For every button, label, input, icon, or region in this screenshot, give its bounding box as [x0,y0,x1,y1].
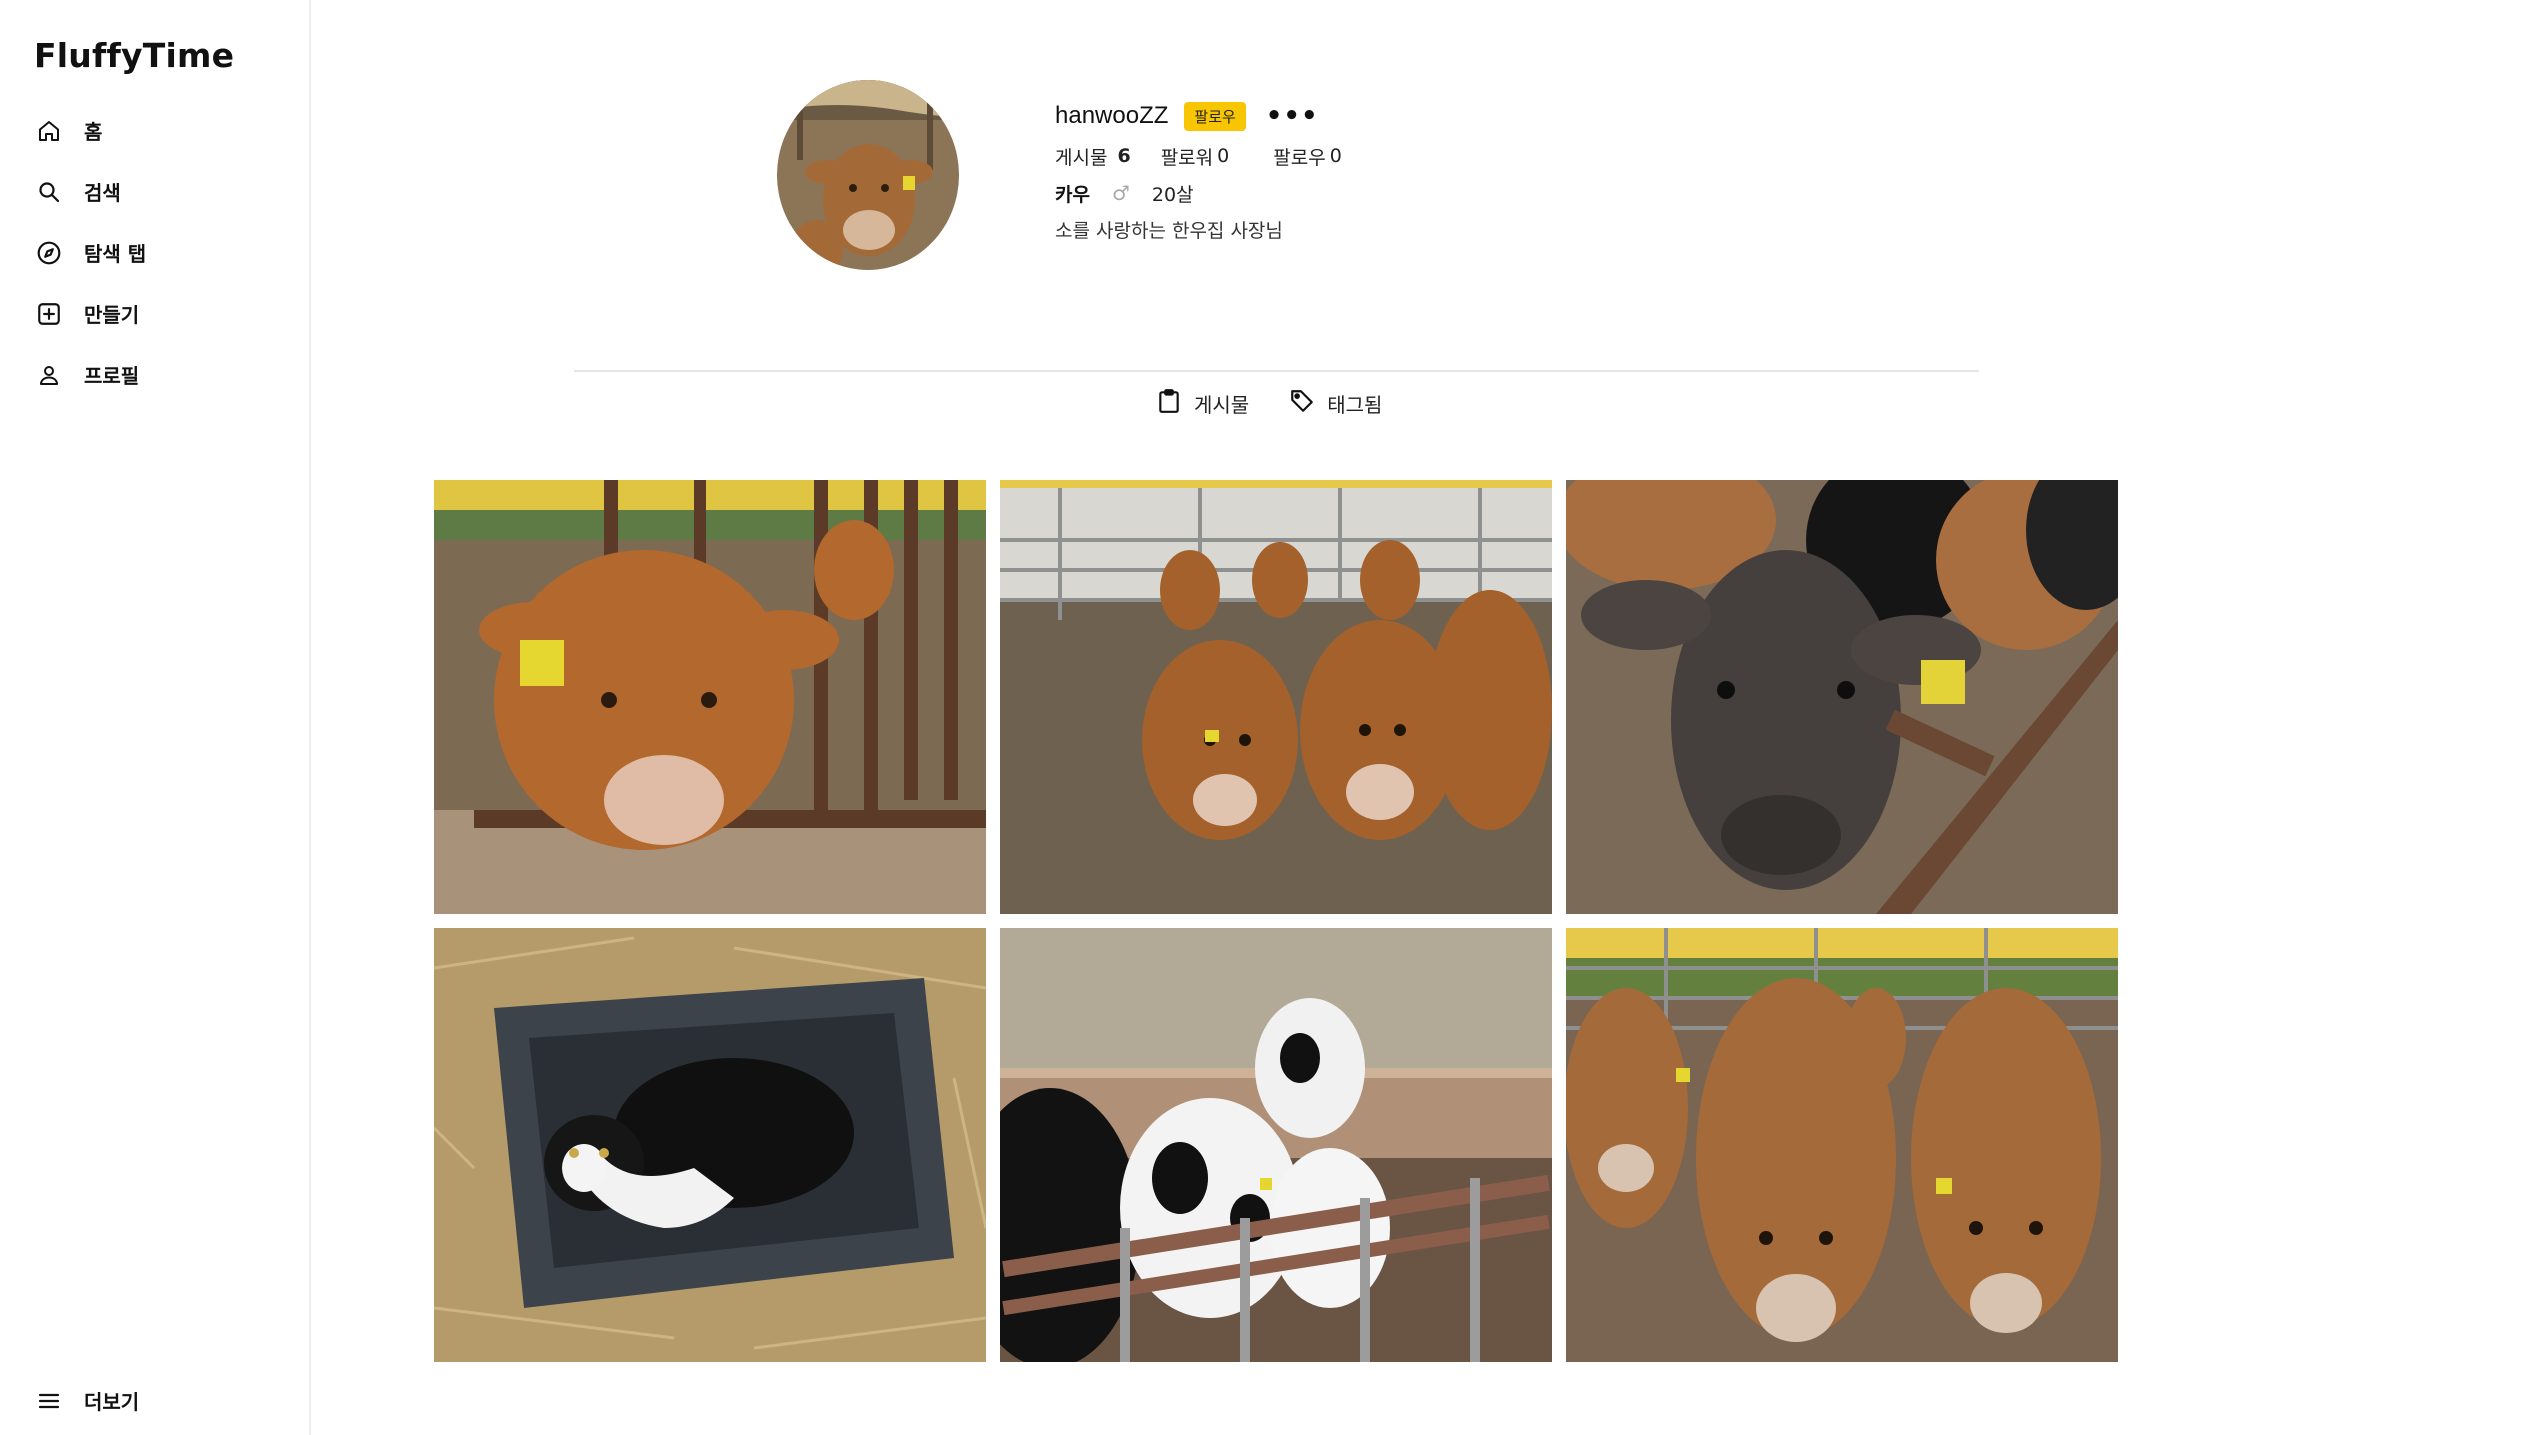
posts-grid [434,480,2120,1362]
post-thumbnail[interactable] [434,480,986,914]
post-image [1566,928,2118,1362]
sidebar-item-label: 만들기 [84,303,140,327]
more-options-icon[interactable]: ••• [1266,103,1319,129]
followers-count: 0 [1217,145,1230,167]
menu-icon [34,1386,64,1416]
username: hanwooZZ [1055,102,1169,129]
sidebar-item-label: 검색 [84,181,121,205]
sidebar-item-search[interactable]: 검색 [0,161,309,222]
post-thumbnail[interactable] [1000,480,1552,914]
plus-square-icon [34,299,64,329]
post-thumbnail[interactable] [1000,928,1552,1362]
post-image [1000,480,1552,914]
app-logo[interactable]: FluffyTime [34,36,234,75]
post-image [434,480,986,914]
posts-stat: 게시물 6 [1055,143,1131,170]
profile-stats: 게시물 6 팔로워 0 팔로우 0 [1055,140,1755,172]
post-thumbnail[interactable] [1566,928,2118,1362]
sidebar-item-more[interactable]: 더보기 [0,1370,309,1431]
followers-stat[interactable]: 팔로워 0 [1161,143,1230,170]
sidebar: FluffyTime 홈 검색 탐색 탭 만들기 프로필 더보기 [0,0,311,1435]
follow-button[interactable]: 팔로우 [1184,101,1246,131]
avatar-image [777,80,959,270]
sidebar-more: 더보기 [0,1370,309,1431]
following-stat[interactable]: 팔로우 0 [1273,143,1342,170]
tab-tagged[interactable]: 태그됨 [1289,388,1382,418]
following-count: 0 [1329,145,1342,167]
sidebar-nav: 홈 검색 탐색 탭 만들기 프로필 [0,100,309,405]
home-icon [34,116,64,146]
post-image [1000,928,1552,1362]
sidebar-item-explore[interactable]: 탐색 탭 [0,222,309,283]
posts-count: 6 [1117,145,1131,167]
sidebar-item-label: 탐색 탭 [84,242,147,266]
pet-age: 20살 [1151,183,1194,206]
section-divider [574,370,1979,372]
avatar[interactable] [777,80,959,270]
following-label: 팔로우 [1273,146,1326,169]
profile-info: hanwooZZ 팔로우 ••• 게시물 6 팔로워 0 팔로우 0 카우 ♂ … [1055,96,1755,243]
post-image [434,928,986,1362]
sidebar-item-label: 홈 [84,120,103,144]
followers-label: 팔로워 [1160,146,1214,169]
tab-label: 태그됨 [1327,392,1383,417]
clipboard-icon [1156,388,1182,418]
tag-icon [1289,388,1315,418]
profile-header-row: hanwooZZ 팔로우 ••• [1055,96,1755,136]
compass-icon [34,238,64,268]
pet-name: 카우 [1055,183,1090,206]
posts-label: 게시물 [1055,146,1108,169]
sidebar-item-label: 더보기 [84,1390,140,1414]
sidebar-item-label: 프로필 [84,364,140,388]
profile-bio: 소를 사랑하는 한우집 사장님 [1055,220,1283,242]
tab-posts[interactable]: 게시물 [1156,388,1249,418]
post-thumbnail[interactable] [434,928,986,1362]
profile-tabs: 게시물 태그됨 [1156,388,1422,418]
user-icon [34,360,64,390]
post-thumbnail[interactable] [1566,480,2118,914]
sidebar-item-home[interactable]: 홈 [0,100,309,161]
male-icon: ♂ [1111,181,1130,205]
sidebar-item-create[interactable]: 만들기 [0,283,309,344]
pet-info: 카우 ♂ 20살 [1055,176,1755,210]
search-icon [34,177,64,207]
tab-label: 게시물 [1194,392,1250,417]
post-image [1566,480,2118,914]
sidebar-item-profile[interactable]: 프로필 [0,344,309,405]
